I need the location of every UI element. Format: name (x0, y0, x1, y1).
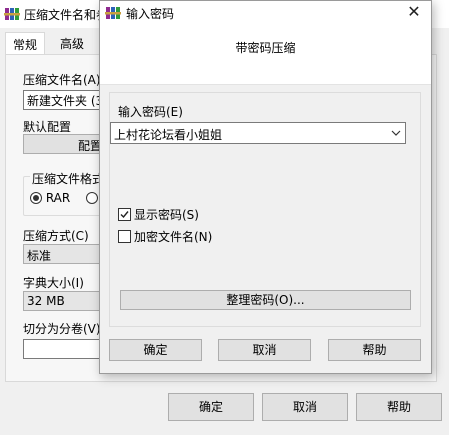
show-password-check-box[interactable] (118, 208, 131, 221)
password-dialog-heading: 带密码压缩 (235, 41, 296, 55)
rar4-radio-indicator (86, 192, 98, 204)
profiles-button[interactable]: 配置 (23, 134, 103, 154)
main-ok-button[interactable]: 确定 (168, 393, 254, 421)
password-dialog-header: 带密码压缩 (100, 25, 431, 85)
password-combobox[interactable]: 上村花论坛看小姐姐 (110, 122, 406, 144)
compression-method-label: 压缩方式(C) (23, 229, 89, 243)
format-rar-radio[interactable]: RAR (30, 191, 70, 205)
format-rar4-radio[interactable] (86, 191, 98, 205)
main-help-button[interactable]: 帮助 (356, 393, 442, 421)
dictionary-size-select[interactable]: 32 MB (23, 291, 103, 311)
tab-general[interactable]: 常规 (5, 32, 46, 55)
show-password-checkbox[interactable]: 显示密码(S) (118, 206, 199, 223)
encrypt-filenames-label: 加密文件名(N) (134, 230, 213, 244)
compression-method-select[interactable]: 标准 (23, 244, 103, 264)
dialog-cancel-button[interactable]: 取消 (218, 339, 311, 361)
password-dialog-title: 输入密码 (126, 7, 175, 21)
main-cancel-button[interactable]: 取消 (262, 393, 348, 421)
tab-advanced[interactable]: 高级 (53, 32, 91, 54)
close-icon[interactable]: ✕ (403, 2, 425, 22)
rar-radio-indicator (30, 192, 42, 204)
default-profile-label: 默认配置 (23, 120, 72, 134)
archive-name-input[interactable]: 新建文件夹 (3 (23, 90, 103, 110)
dialog-help-button[interactable]: 帮助 (328, 339, 421, 361)
dictionary-size-label: 字典大小(I) (23, 276, 84, 290)
split-volumes-label: 切分为分卷(V) (23, 322, 101, 336)
organize-passwords-button[interactable]: 整理密码(O)... (120, 290, 411, 310)
split-volumes-input[interactable] (23, 339, 103, 359)
show-password-label: 显示密码(S) (134, 208, 199, 222)
password-input[interactable]: 上村花论坛看小姐姐 (114, 126, 222, 143)
enter-password-dialog: 输入密码 ✕ 带密码压缩 输入密码(E) 上村花论坛看小姐姐 显示密码(S) 加… (99, 0, 432, 374)
archive-name-label: 压缩文件名(A) (23, 73, 101, 87)
chevron-down-icon[interactable] (391, 128, 401, 138)
encrypt-filenames-checkbox[interactable]: 加密文件名(N) (118, 228, 212, 245)
winrar-books-icon (105, 7, 121, 19)
password-label: 输入密码(E) (118, 105, 183, 119)
encrypt-filenames-check-box[interactable] (118, 230, 131, 243)
winrar-app-icon (4, 8, 20, 20)
archive-format-label: 压缩文件格式 (30, 170, 107, 187)
archive-options-title: 压缩文件名和参 (24, 8, 109, 22)
dialog-ok-button[interactable]: 确定 (109, 339, 202, 361)
password-dialog-titlebar: 输入密码 ✕ (100, 1, 431, 25)
checkmark-icon (120, 211, 129, 219)
format-rar-label: RAR (45, 191, 71, 205)
